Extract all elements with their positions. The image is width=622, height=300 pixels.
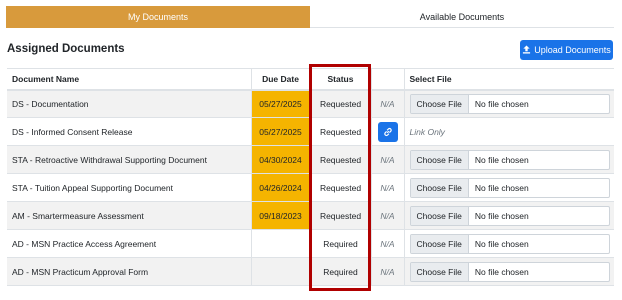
choose-file-button[interactable]: Choose File	[410, 94, 469, 113]
due-date-cell: 04/30/2024	[250, 145, 310, 174]
upload-documents-button[interactable]: Upload Documents	[520, 40, 613, 60]
column-header-select-file: Select File	[403, 68, 614, 91]
document-name-cell: DS - Informed Consent Release	[7, 117, 251, 146]
table-row: STA - Tuition Appeal Supporting Document…	[7, 173, 614, 202]
no-file-chosen-text: No file chosen	[474, 266, 529, 277]
na-cell: N/A	[370, 257, 404, 286]
choose-file-button[interactable]: Choose File	[410, 178, 469, 197]
due-date-cell	[250, 257, 310, 286]
na-cell: N/A	[370, 229, 404, 258]
file-input[interactable]: Choose File No file chosen	[409, 93, 610, 114]
select-file-cell: Choose File No file chosen	[403, 145, 614, 174]
select-file-cell: Choose File No file chosen	[403, 89, 614, 118]
document-tabs: My Documents Available Documents	[6, 6, 614, 28]
due-date-cell: 05/27/2025	[250, 117, 310, 146]
column-header-na	[370, 68, 404, 91]
status-cell: Required	[309, 229, 371, 258]
due-date-cell: 04/26/2024	[250, 173, 310, 202]
section-title: Assigned Documents	[7, 43, 125, 55]
choose-file-button[interactable]: Choose File	[410, 262, 469, 281]
table-row: DS - Documentation 05/27/2025 Requested N/A…	[7, 89, 614, 118]
document-name-cell: AM - Smartermeasure Assessment	[7, 201, 251, 230]
status-cell: Requested	[309, 201, 371, 230]
document-name-cell: AD - MSN Practice Access Agreement	[7, 229, 251, 258]
file-input[interactable]: Choose File No file chosen	[409, 177, 610, 198]
select-file-cell: Choose File No file chosen	[403, 201, 614, 230]
no-file-chosen-text: No file chosen	[474, 154, 529, 165]
na-cell: N/A	[370, 201, 404, 230]
select-file-cell: Choose File No file chosen	[403, 257, 614, 286]
na-cell: N/A	[370, 89, 404, 118]
table-row: STA - Retroactive Withdrawal Supporting …	[7, 145, 614, 174]
status-cell: Requested	[309, 117, 371, 146]
status-cell: Requested	[309, 89, 371, 118]
tab-my-documents[interactable]: My Documents	[6, 6, 310, 28]
upload-documents-label: Upload Documents	[534, 45, 611, 55]
due-date-cell: 09/18/2023	[250, 201, 310, 230]
document-name-cell: AD - MSN Practicum Approval Form	[7, 257, 251, 286]
document-name-cell: STA - Retroactive Withdrawal Supporting …	[7, 145, 251, 174]
tab-available-documents[interactable]: Available Documents	[310, 6, 614, 28]
na-cell	[370, 117, 404, 146]
choose-file-button[interactable]: Choose File	[410, 234, 469, 253]
table-row: AD - MSN Practice Access Agreement Requir…	[7, 229, 614, 258]
document-name-cell: DS - Documentation	[7, 89, 251, 118]
no-file-chosen-text: No file chosen	[474, 182, 529, 193]
na-cell: N/A	[370, 145, 404, 174]
column-header-due-date: Due Date	[250, 68, 310, 91]
upload-icon	[522, 44, 531, 56]
link-only-text: Link Only	[409, 126, 445, 137]
due-date-cell: 05/27/2025	[250, 89, 310, 118]
due-date-cell	[250, 229, 310, 258]
no-file-chosen-text: No file chosen	[474, 238, 529, 249]
na-cell: N/A	[370, 173, 404, 202]
status-cell: Requested	[309, 145, 371, 174]
status-cell: Required	[309, 257, 371, 286]
file-input[interactable]: Choose File No file chosen	[409, 205, 610, 226]
table-row: DS - Informed Consent Release 05/27/2025 R…	[7, 117, 614, 146]
no-file-chosen-text: No file chosen	[474, 98, 529, 109]
file-input[interactable]: Choose File No file chosen	[409, 149, 610, 170]
select-file-cell: Choose File No file chosen	[403, 173, 614, 202]
assigned-documents-table: Document Name Due Date Status Select Fil…	[7, 68, 614, 286]
select-file-cell: Choose File No file chosen	[403, 229, 614, 258]
column-header-document-name: Document Name	[7, 68, 251, 91]
document-name-cell: STA - Tuition Appeal Supporting Document	[7, 173, 251, 202]
table-row: AD - MSN Practicum Approval Form Required…	[7, 257, 614, 286]
file-input[interactable]: Choose File No file chosen	[409, 261, 610, 282]
status-cell: Requested	[309, 173, 371, 202]
file-input[interactable]: Choose File No file chosen	[409, 233, 610, 254]
table-header-row: Document Name Due Date Status Select Fil…	[7, 68, 614, 91]
select-file-cell: Link Only	[403, 117, 614, 146]
table-row: AM - Smartermeasure Assessment 09/18/2023…	[7, 201, 614, 230]
no-file-chosen-text: No file chosen	[474, 210, 529, 221]
link-icon[interactable]	[377, 121, 398, 142]
column-header-status: Status	[309, 68, 371, 91]
choose-file-button[interactable]: Choose File	[410, 150, 469, 169]
choose-file-button[interactable]: Choose File	[410, 206, 469, 225]
